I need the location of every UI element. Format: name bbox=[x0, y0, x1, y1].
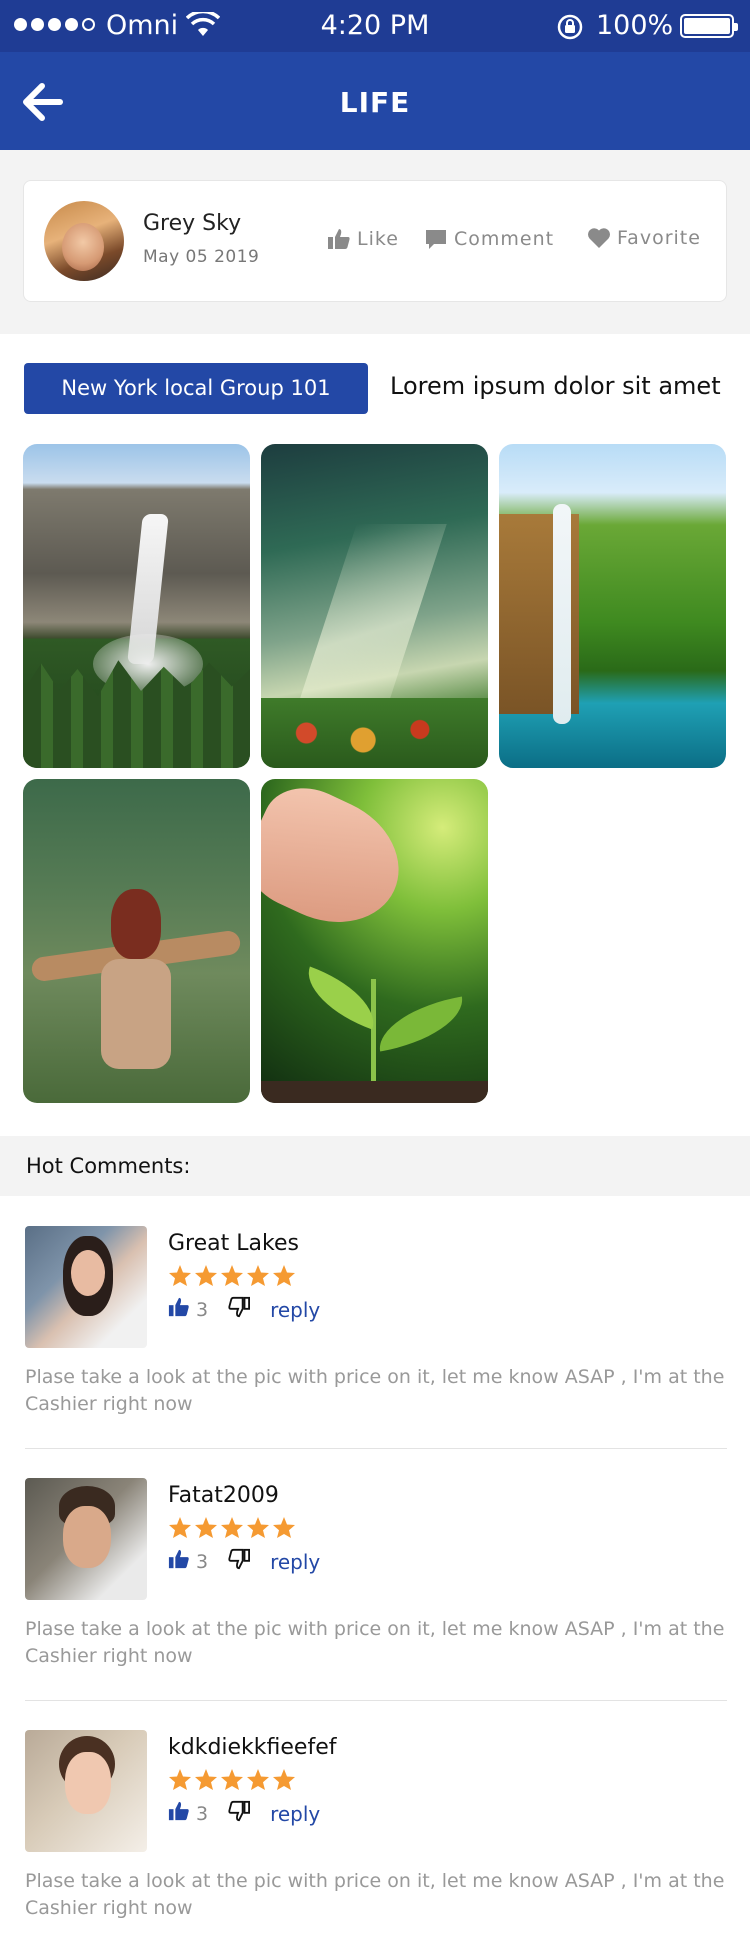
comment-button[interactable]: Comment bbox=[424, 227, 554, 251]
comment-text: Plase take a look at the pic with price … bbox=[25, 1618, 725, 1667]
star-icon bbox=[247, 1517, 269, 1538]
like-count: 3 bbox=[196, 1802, 209, 1825]
thumbs-down-icon[interactable] bbox=[228, 1548, 251, 1575]
thumbs-up-icon[interactable] bbox=[168, 1296, 190, 1323]
thumbs-down-icon[interactable] bbox=[228, 1800, 251, 1827]
nav-bar: LIFE bbox=[0, 52, 750, 150]
group-tag[interactable]: New York local Group 101 bbox=[24, 363, 368, 414]
speech-bubble-icon bbox=[424, 227, 448, 251]
status-bar: Omni 4:20 PM 100% bbox=[0, 0, 750, 52]
comment-label: Comment bbox=[454, 228, 555, 250]
commenter-name[interactable]: Fatat2009 bbox=[168, 1483, 279, 1508]
favorite-button[interactable]: Favorite bbox=[587, 227, 701, 249]
commenter-name[interactable]: kdkdiekkfieefef bbox=[168, 1735, 337, 1760]
author-card: Grey Sky May 05 2019 Like Comment Favori… bbox=[23, 180, 727, 302]
reply-link[interactable]: reply bbox=[270, 1550, 320, 1574]
star-rating bbox=[168, 1516, 296, 1539]
star-icon bbox=[169, 1517, 191, 1538]
comment-text: Plase take a look at the pic with price … bbox=[25, 1870, 725, 1919]
like-label: Like bbox=[357, 228, 399, 250]
like-count: 3 bbox=[196, 1550, 209, 1573]
photo-waterfall-canyon[interactable] bbox=[23, 444, 250, 768]
star-icon bbox=[273, 1769, 295, 1790]
author-name[interactable]: Grey Sky bbox=[143, 211, 241, 236]
page-title: LIFE bbox=[339, 86, 411, 119]
post-date: May 05 2019 bbox=[143, 247, 260, 267]
battery-icon bbox=[680, 14, 738, 38]
commenter-avatar[interactable] bbox=[25, 1226, 147, 1348]
rotation-lock-icon bbox=[556, 13, 584, 45]
battery-percentage: 100% bbox=[596, 10, 674, 41]
heart-icon bbox=[587, 227, 611, 249]
commenter-avatar[interactable] bbox=[25, 1730, 147, 1852]
photo-forest-sunbeams[interactable] bbox=[261, 444, 488, 768]
star-rating bbox=[168, 1264, 296, 1287]
star-icon bbox=[169, 1265, 191, 1286]
photo-hand-watering-sprout[interactable] bbox=[261, 779, 488, 1103]
star-icon bbox=[221, 1769, 243, 1790]
star-icon bbox=[247, 1265, 269, 1286]
star-icon bbox=[247, 1769, 269, 1790]
photo-tropical-waterfall[interactable] bbox=[499, 444, 726, 768]
divider bbox=[25, 1448, 727, 1449]
star-icon bbox=[169, 1769, 191, 1790]
star-icon bbox=[195, 1769, 217, 1790]
thumbs-up-icon bbox=[327, 227, 351, 251]
comment-text: Plase take a look at the pic with price … bbox=[25, 1366, 725, 1415]
star-icon bbox=[273, 1265, 295, 1286]
hot-comments-heading: Hot Comments: bbox=[26, 1154, 191, 1178]
comment-votes: 3 reply bbox=[168, 1296, 320, 1323]
star-icon bbox=[273, 1517, 295, 1538]
photo-hiker-backpack[interactable] bbox=[23, 779, 250, 1103]
post-text: Lorem ipsum dolor sit amet bbox=[390, 372, 721, 400]
commenter-avatar[interactable] bbox=[25, 1478, 147, 1600]
star-icon bbox=[195, 1517, 217, 1538]
comment-votes: 3 reply bbox=[168, 1800, 320, 1827]
like-count: 3 bbox=[196, 1298, 209, 1321]
comment-votes: 3 reply bbox=[168, 1548, 320, 1575]
star-rating bbox=[168, 1768, 296, 1791]
thumbs-up-icon[interactable] bbox=[168, 1800, 190, 1827]
favorite-label: Favorite bbox=[617, 227, 701, 249]
thumbs-up-icon[interactable] bbox=[168, 1548, 190, 1575]
thumbs-down-icon[interactable] bbox=[228, 1296, 251, 1323]
reply-link[interactable]: reply bbox=[270, 1298, 320, 1322]
star-icon bbox=[221, 1265, 243, 1286]
divider bbox=[25, 1700, 727, 1701]
hot-comments-header: Hot Comments: bbox=[0, 1136, 750, 1196]
star-icon bbox=[195, 1265, 217, 1286]
reply-link[interactable]: reply bbox=[270, 1802, 320, 1826]
like-button[interactable]: Like bbox=[327, 227, 399, 251]
star-icon bbox=[221, 1517, 243, 1538]
commenter-name[interactable]: Great Lakes bbox=[168, 1231, 299, 1256]
author-avatar[interactable] bbox=[44, 201, 124, 281]
